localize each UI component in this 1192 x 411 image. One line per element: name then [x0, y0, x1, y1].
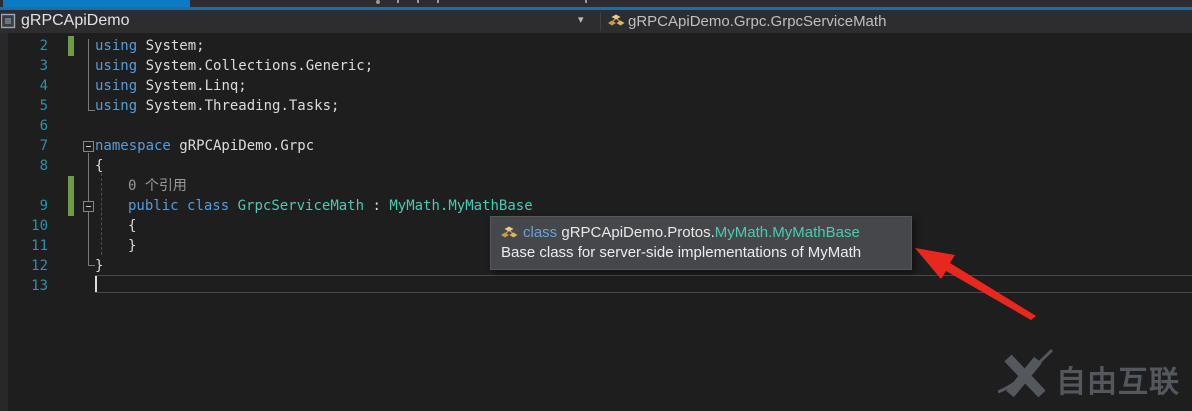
- active-tab-highlight[interactable]: [3, 0, 190, 7]
- code-line[interactable]: 2 using System;: [0, 36, 1192, 56]
- code-text: using System.Linq;: [95, 76, 247, 96]
- text-caret: [95, 276, 97, 292]
- code-token-plain: {: [95, 158, 104, 174]
- line-number[interactable]: 7: [0, 136, 48, 156]
- code-line[interactable]: 4 using System.Linq;: [0, 76, 1192, 96]
- class-icon: [608, 14, 625, 26]
- line-number[interactable]: 11: [0, 236, 48, 256]
- codelens-row[interactable]: 0 个引用: [0, 176, 1192, 196]
- outline-tick-namespace: [88, 265, 95, 266]
- code-token-plain: :: [364, 198, 390, 214]
- tooltip-type-name: MyMath.MyMathBase: [714, 224, 860, 241]
- line-number[interactable]: 12: [0, 256, 48, 276]
- type-dropdown[interactable]: gRPCApiDemo.Grpc.GrpcServiceMath: [601, 10, 1192, 33]
- csharp-project-icon: [1, 13, 16, 29]
- code-text: namespace gRPCApiDemo.Grpc: [95, 136, 314, 156]
- tab-text-fragment: [585, 0, 587, 3]
- type-dropdown-label[interactable]: gRPCApiDemo.Grpc.GrpcServiceMath: [628, 13, 886, 30]
- code-token-plain: gRPCApiDemo.Grpc: [170, 138, 315, 154]
- code-text: {: [128, 216, 136, 236]
- line-number[interactable]: 13: [0, 276, 48, 296]
- line-number[interactable]: 8: [0, 156, 48, 176]
- watermark-x-icon: [998, 348, 1054, 398]
- code-token-plain: System.Linq;: [137, 78, 247, 94]
- code-token-keyword: using: [95, 78, 138, 94]
- watermark-logo: 自由互联: [998, 346, 1184, 404]
- code-token-plain: System.Collections.Generic;: [137, 58, 374, 74]
- code-token-keyword: using: [95, 38, 138, 54]
- code-line[interactable]: 5 using System.Threading.Tasks;: [0, 96, 1192, 116]
- tab-text-fragment: [437, 0, 439, 3]
- outline-guide-usings[interactable]: [88, 39, 89, 111]
- tab-text-fragment: [397, 0, 399, 3]
- chevron-down-icon[interactable]: ▾: [578, 13, 584, 26]
- outline-tick-usings: [88, 110, 95, 111]
- tab-strip: [0, 0, 1192, 10]
- code-text: public class GrpcServiceMath : MyMath.My…: [128, 196, 533, 216]
- code-text: }: [128, 236, 136, 256]
- code-token-keyword: namespace: [95, 138, 171, 154]
- navigation-bar: gRPCApiDemo ▾ gRPCApiDemo.Grpc.GrpcServi…: [0, 10, 1192, 33]
- collapse-box-namespace[interactable]: [83, 141, 94, 152]
- change-tracking-bar: [68, 36, 74, 56]
- code-text: }: [95, 256, 103, 276]
- code-text: {: [95, 156, 103, 176]
- tooltip-qualifier: gRPCApiDemo.Protos.: [561, 224, 715, 241]
- code-text: using System.Threading.Tasks;: [95, 96, 339, 116]
- quick-info-tooltip: class gRPCApiDemo.Protos.MyMath.MyMathBa…: [490, 216, 912, 270]
- tooltip-kind-label: class: [523, 224, 558, 241]
- code-line[interactable]: 3 using System.Collections.Generic;: [0, 56, 1192, 76]
- code-text: using System.Collections.Generic;: [95, 56, 373, 76]
- annotation-arrow-icon: [915, 248, 1036, 320]
- tooltip-description: Base class for server-side implementatio…: [501, 244, 862, 261]
- collapse-box-class[interactable]: [83, 201, 94, 212]
- project-dropdown[interactable]: gRPCApiDemo ▾: [0, 10, 600, 33]
- tab-text-fragment: [376, 0, 380, 4]
- watermark-text: 自由互联: [1056, 365, 1180, 400]
- line-number[interactable]: 5: [0, 96, 48, 116]
- code-token-plain: System.Threading.Tasks;: [137, 98, 340, 114]
- code-line[interactable]: 7 namespace gRPCApiDemo.Grpc: [0, 136, 1192, 156]
- change-tracking-bar: [68, 176, 74, 196]
- change-tracking-bar: [68, 196, 74, 216]
- project-dropdown-label[interactable]: gRPCApiDemo: [21, 12, 129, 30]
- code-line[interactable]: 6: [0, 116, 1192, 136]
- code-token-codelens: 0 个引用: [128, 178, 187, 194]
- indent-guide: [101, 173, 102, 255]
- tab-text-fragment: [417, 0, 419, 3]
- class-icon: [501, 226, 518, 238]
- tooltip-signature: class gRPCApiDemo.Protos.MyMath.MyMathBa…: [501, 223, 901, 243]
- code-token-keyword: public: [128, 198, 179, 214]
- code-text: 0 个引用: [128, 176, 187, 196]
- code-token-keyword: class: [187, 198, 230, 214]
- line-number[interactable]: 10: [0, 216, 48, 236]
- code-token-type: MyMath.MyMathBase: [389, 198, 533, 214]
- code-token-plain: System;: [137, 38, 205, 54]
- code-text: using System;: [95, 36, 205, 56]
- line-number[interactable]: 3: [0, 56, 48, 76]
- code-token-keyword: using: [95, 98, 138, 114]
- line-number[interactable]: 6: [0, 116, 48, 136]
- line-number[interactable]: 9: [0, 196, 48, 216]
- line-number[interactable]: 4: [0, 76, 48, 96]
- code-token-plain: {: [128, 218, 137, 234]
- line-number[interactable]: 2: [0, 36, 48, 56]
- vs-editor-window: gRPCApiDemo ▾ gRPCApiDemo.Grpc.GrpcServi…: [0, 0, 1192, 411]
- code-token-type: GrpcServiceMath: [237, 198, 365, 214]
- code-line[interactable]: 8{: [0, 156, 1192, 176]
- code-line[interactable]: 9 public class GrpcServiceMath : MyMath.M…: [0, 196, 1192, 216]
- code-token-plain: }: [95, 258, 104, 274]
- code-token-plain: }: [128, 238, 137, 254]
- code-token-keyword: using: [95, 58, 138, 74]
